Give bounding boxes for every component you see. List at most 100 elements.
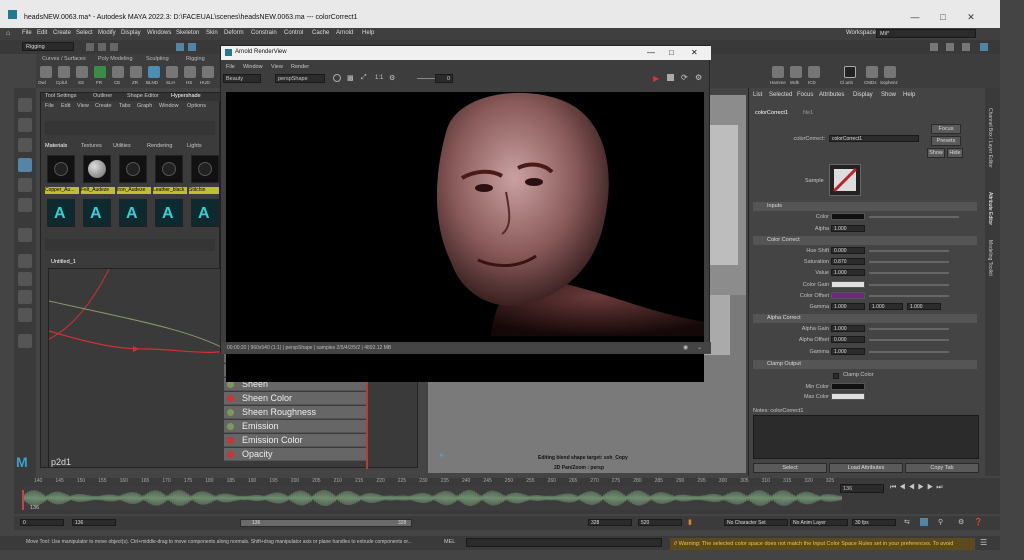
scale-tool-icon[interactable] [18,198,32,212]
hs-menu-tabs[interactable]: Tabs [119,103,131,109]
material-swatch-a3[interactable]: A [119,199,147,227]
axis-icon[interactable] [18,228,32,242]
range-slider[interactable] [240,519,412,527]
menu-edit[interactable]: Edit [37,30,47,36]
color-swatch[interactable] [831,213,865,220]
attr-port-icon[interactable] [227,451,234,458]
shelf-icon-cplul[interactable] [58,66,70,78]
max-color-swatch[interactable] [831,393,865,400]
shelf-icon-zr[interactable] [130,66,142,78]
playback-controls[interactable]: ⏮◀◀▶▶⏭ [890,484,946,492]
select-button[interactable]: Select [753,463,827,473]
camera-dropdown[interactable]: perspShape [275,74,325,83]
preferences-icon[interactable]: ⚙ [958,518,964,526]
panel-layout-icon[interactable] [946,43,954,51]
menu-control[interactable]: Control [284,30,303,36]
shelf-icon-slh[interactable] [166,66,178,78]
shelf-tab-sculpting[interactable]: Sculpting [146,56,169,64]
open-scene-icon[interactable] [98,43,106,51]
auto-key-icon[interactable]: ▮ [688,518,692,526]
rv-menu-window[interactable]: Window [243,64,263,70]
rv-menu-render[interactable]: Render [291,64,309,70]
alpha-offset-slider[interactable] [869,339,949,341]
material-swatch-stitching[interactable] [191,155,219,183]
help-icon[interactable]: ❓ [974,518,983,526]
subtab-rendering[interactable]: Rendering [147,143,172,149]
shelf-icon-ss[interactable] [76,66,88,78]
menu-windows[interactable]: Windows [147,30,171,36]
shelf-icon-clarts[interactable] [844,66,856,78]
shelf-tab-rigging[interactable]: Rigging [186,56,205,64]
hs-menu-graph[interactable]: Graph [137,103,152,109]
node-attr-row[interactable]: Opacity [224,448,366,461]
node-attr-row[interactable]: Sheen Color [224,392,366,405]
home-icon[interactable]: ⌂ [6,30,10,37]
color-gain-swatch[interactable] [831,281,865,288]
side-tab-attribute-editor[interactable]: Attribute Editor [987,192,993,225]
time-slider[interactable]: 140 145 150 155 160 165 170 175 180 185 190 195 200 2… [14,478,1000,514]
four-view-icon[interactable] [18,272,32,286]
material-swatch-iron[interactable] [119,155,147,183]
workspace-dropdown[interactable]: Mil* [876,29,976,38]
exposure-field[interactable]: 0 [435,74,453,83]
attr-port-icon[interactable] [227,437,234,444]
aov-dropdown[interactable]: Beauty [223,74,261,83]
gamma-r-field[interactable]: 1.000 [831,303,865,310]
user-icon[interactable] [962,43,970,51]
anim-end-field[interactable]: 328 [588,519,632,526]
attr-port-icon[interactable] [227,423,234,430]
rv-minimize-button[interactable]: — [647,48,655,57]
move-tool-icon[interactable] [18,158,32,172]
hide-button[interactable]: Hide [947,148,963,158]
shelf-icon-wdk[interactable] [790,66,802,78]
anim-start-field[interactable]: 136 [72,519,116,526]
shelf-icon-owl[interactable] [40,66,52,78]
material-swatch-a1[interactable]: A [47,199,75,227]
value-slider[interactable] [869,272,949,274]
tab-tool-settings[interactable]: Tool Settings [45,93,77,101]
rv-close-button[interactable]: ✕ [691,48,698,57]
shelf-icon-hamme[interactable] [772,66,784,78]
graph-tab-untitled[interactable]: Untitled_1 [51,259,76,265]
color-offset-slider[interactable] [869,295,949,297]
menu-select[interactable]: Select [76,30,93,36]
hs-menu-window[interactable]: Window [159,103,179,109]
subtab-utilities[interactable]: Utilities [113,143,131,149]
hs-menu-file[interactable]: File [45,103,54,109]
mode-selector[interactable]: Rigging [22,42,74,51]
new-scene-icon[interactable] [86,43,94,51]
section-clamp-output[interactable]: Clamp Output [753,360,977,369]
subtab-textures[interactable]: Textures [81,143,102,149]
material-swatch-felt[interactable] [83,155,111,183]
snapshot-icon[interactable]: ⚙ [389,74,395,82]
clamp-color-checkbox[interactable] [833,373,839,379]
select-mode-icon[interactable] [176,43,184,51]
menu-display[interactable]: Display [121,30,141,36]
ae-menu-help[interactable]: Help [903,92,915,98]
color-slider[interactable] [869,216,959,218]
ae-tab-colorcorrect[interactable]: colorCorrect1 [755,110,788,116]
minimize-button[interactable]: — [908,12,922,22]
subtab-lights[interactable]: Lights [187,143,202,149]
menu-skeleton[interactable]: Skeleton [176,30,199,36]
saturation-slider[interactable] [869,261,949,263]
outliner-layout-icon[interactable] [18,308,32,322]
toggle-panel-icon[interactable] [980,43,988,51]
character-set-dropdown[interactable]: No Character Set [724,519,788,526]
render-image[interactable] [226,92,704,382]
value-field[interactable]: 1.000 [831,269,865,276]
side-tab-modeling-toolkit[interactable]: Modeling Toolkit [987,240,993,276]
rv-maximize-button[interactable]: □ [669,48,674,57]
rotate-tool-icon[interactable] [18,178,32,192]
close-button[interactable]: ✕ [964,12,978,23]
node-label[interactable]: p2d1 [51,457,71,467]
menu-create[interactable]: Create [53,30,71,36]
search-icon[interactable] [18,334,32,348]
key-icon[interactable]: ⚲ [938,518,943,526]
camera-icon[interactable]: ◉ [683,344,688,351]
alpha-gain-slider[interactable] [869,328,949,330]
attr-port-icon[interactable] [227,381,234,388]
material-swatch-leather[interactable] [155,155,183,183]
section-inputs[interactable]: Inputs [753,202,977,211]
alpha-gamma-field[interactable]: 1.000 [831,348,865,355]
